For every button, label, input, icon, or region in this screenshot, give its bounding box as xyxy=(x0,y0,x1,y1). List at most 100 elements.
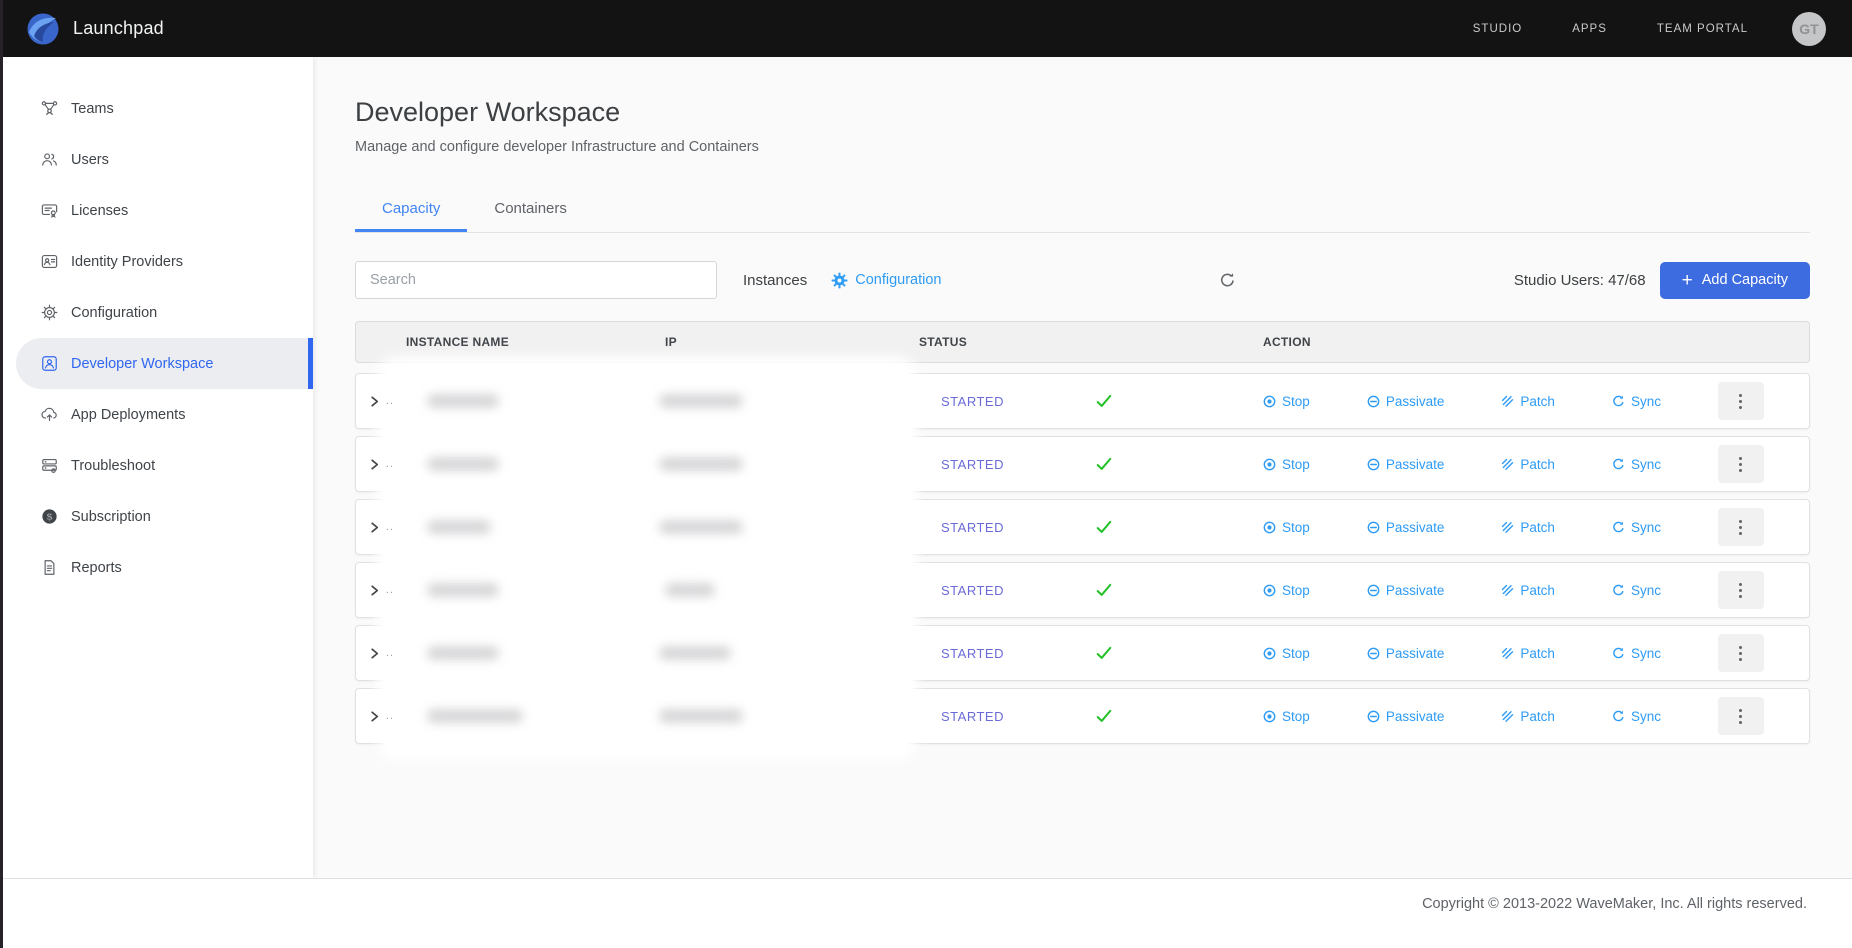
sidebar-item-reports[interactable]: Reports xyxy=(0,542,313,593)
sidebar-item-developer-workspace[interactable]: Developer Workspace xyxy=(16,338,313,389)
sync-icon xyxy=(1612,458,1625,471)
sync-action[interactable]: Sync xyxy=(1612,583,1661,598)
redacted-text-prefix: .. xyxy=(386,710,394,722)
window-left-edge xyxy=(0,0,3,948)
stop-action[interactable]: Stop xyxy=(1263,394,1310,409)
chevron-right-icon xyxy=(368,458,381,471)
patch-action-label: Patch xyxy=(1520,457,1555,472)
status-badge: STARTED xyxy=(941,394,1096,409)
sidebar-item-identity-providers[interactable]: Identity Providers xyxy=(0,236,313,287)
row-menu-button[interactable] xyxy=(1718,382,1764,420)
patch-action[interactable]: Patch xyxy=(1501,646,1555,661)
passivate-action-label: Passivate xyxy=(1386,520,1445,535)
tab-capacity[interactable]: Capacity xyxy=(355,186,467,232)
column-action: ACTION xyxy=(1259,335,1809,349)
sidebar-item-label: App Deployments xyxy=(71,407,185,423)
refresh-button[interactable] xyxy=(1215,268,1240,293)
nav-studio[interactable]: STUDIO xyxy=(1473,23,1522,35)
expand-row-button[interactable] xyxy=(366,582,383,599)
patch-action-label: Patch xyxy=(1520,709,1555,724)
redacted-ip xyxy=(659,709,743,723)
sidebar-item-subscription[interactable]: $ Subscription xyxy=(0,491,313,542)
stop-action[interactable]: Stop xyxy=(1263,709,1310,724)
kebab-icon xyxy=(1739,583,1742,586)
row-status-cell: STARTED xyxy=(909,520,1259,535)
patch-action-label: Patch xyxy=(1520,646,1555,661)
redacted-text-prefix: .. xyxy=(386,395,394,407)
users-icon xyxy=(40,150,59,169)
sidebar-item-licenses[interactable]: Licenses xyxy=(0,185,313,236)
sync-action-label: Sync xyxy=(1631,520,1661,535)
expand-row-button[interactable] xyxy=(366,708,383,725)
row-menu-button[interactable] xyxy=(1718,571,1764,609)
passivate-action[interactable]: Passivate xyxy=(1367,457,1445,472)
sync-action[interactable]: Sync xyxy=(1612,457,1661,472)
chevron-right-icon xyxy=(368,584,381,597)
logo[interactable]: Launchpad xyxy=(26,12,164,46)
nav-team-portal[interactable]: TEAM PORTAL xyxy=(1657,23,1748,35)
status-badge: STARTED xyxy=(941,646,1096,661)
row-menu-button[interactable] xyxy=(1718,697,1764,735)
sync-action[interactable]: Sync xyxy=(1612,646,1661,661)
chevron-right-icon xyxy=(368,710,381,723)
configuration-link[interactable]: Configuration xyxy=(831,272,941,289)
sync-action[interactable]: Sync xyxy=(1612,520,1661,535)
sync-icon xyxy=(1612,647,1625,660)
sync-action[interactable]: Sync xyxy=(1612,394,1661,409)
sync-action-label: Sync xyxy=(1631,394,1661,409)
teams-icon xyxy=(40,99,59,118)
sidebar-item-teams[interactable]: Teams xyxy=(0,83,313,134)
sidebar-item-configuration[interactable]: Configuration xyxy=(0,287,313,338)
passivate-action[interactable]: Passivate xyxy=(1367,394,1445,409)
sidebar-item-app-deployments[interactable]: App Deployments xyxy=(0,389,313,440)
redacted-ip xyxy=(659,457,743,471)
sync-icon xyxy=(1612,521,1625,534)
row-menu-button[interactable] xyxy=(1718,508,1764,546)
patch-icon xyxy=(1501,647,1514,660)
stop-action[interactable]: Stop xyxy=(1263,520,1310,535)
row-menu-button[interactable] xyxy=(1718,445,1764,483)
patch-action[interactable]: Patch xyxy=(1501,457,1555,472)
expand-row-button[interactable] xyxy=(366,393,383,410)
add-capacity-button[interactable]: + Add Capacity xyxy=(1660,262,1810,299)
passivate-action[interactable]: Passivate xyxy=(1367,646,1445,661)
sidebar-item-users[interactable]: Users xyxy=(0,134,313,185)
expand-row-button[interactable] xyxy=(366,456,383,473)
sidebar-item-label: Developer Workspace xyxy=(71,356,213,372)
patch-action[interactable]: Patch xyxy=(1501,709,1555,724)
patch-action[interactable]: Patch xyxy=(1501,583,1555,598)
toolbar: Instances xyxy=(355,261,1810,299)
tab-containers[interactable]: Containers xyxy=(467,186,594,232)
redacted-ip xyxy=(659,520,743,534)
sidebar-item-label: Subscription xyxy=(71,509,151,525)
passivate-action[interactable]: Passivate xyxy=(1367,709,1445,724)
user-avatar[interactable]: GT xyxy=(1792,12,1826,46)
svg-text:$: $ xyxy=(47,512,53,523)
column-instance-name: INSTANCE NAME xyxy=(396,335,655,349)
sidebar-item-troubleshoot[interactable]: Troubleshoot xyxy=(0,440,313,491)
redacted-text-prefix: .. xyxy=(386,647,394,659)
sync-icon xyxy=(1612,395,1625,408)
row-menu-button[interactable] xyxy=(1718,634,1764,672)
passivate-action[interactable]: Passivate xyxy=(1367,583,1445,598)
redacted-instance-name xyxy=(427,520,491,534)
patch-action[interactable]: Patch xyxy=(1501,394,1555,409)
kebab-icon xyxy=(1739,520,1742,523)
stop-action[interactable]: Stop xyxy=(1263,457,1310,472)
redacted-instance-name xyxy=(427,646,499,660)
stop-action[interactable]: Stop xyxy=(1263,583,1310,598)
expand-row-button[interactable] xyxy=(366,645,383,662)
table-body: .. STARTED xyxy=(355,373,1810,744)
nav-apps[interactable]: APPS xyxy=(1572,23,1607,35)
search-input[interactable] xyxy=(355,261,717,299)
troubleshoot-icon xyxy=(40,456,59,475)
stop-icon xyxy=(1263,395,1276,408)
patch-action[interactable]: Patch xyxy=(1501,520,1555,535)
main-content: Developer Workspace Manage and configure… xyxy=(313,57,1852,878)
expand-row-button[interactable] xyxy=(366,519,383,536)
sync-action[interactable]: Sync xyxy=(1612,709,1661,724)
subscription-icon: $ xyxy=(40,507,59,526)
stop-action[interactable]: Stop xyxy=(1263,646,1310,661)
row-status-cell: STARTED xyxy=(909,394,1259,409)
passivate-action[interactable]: Passivate xyxy=(1367,520,1445,535)
